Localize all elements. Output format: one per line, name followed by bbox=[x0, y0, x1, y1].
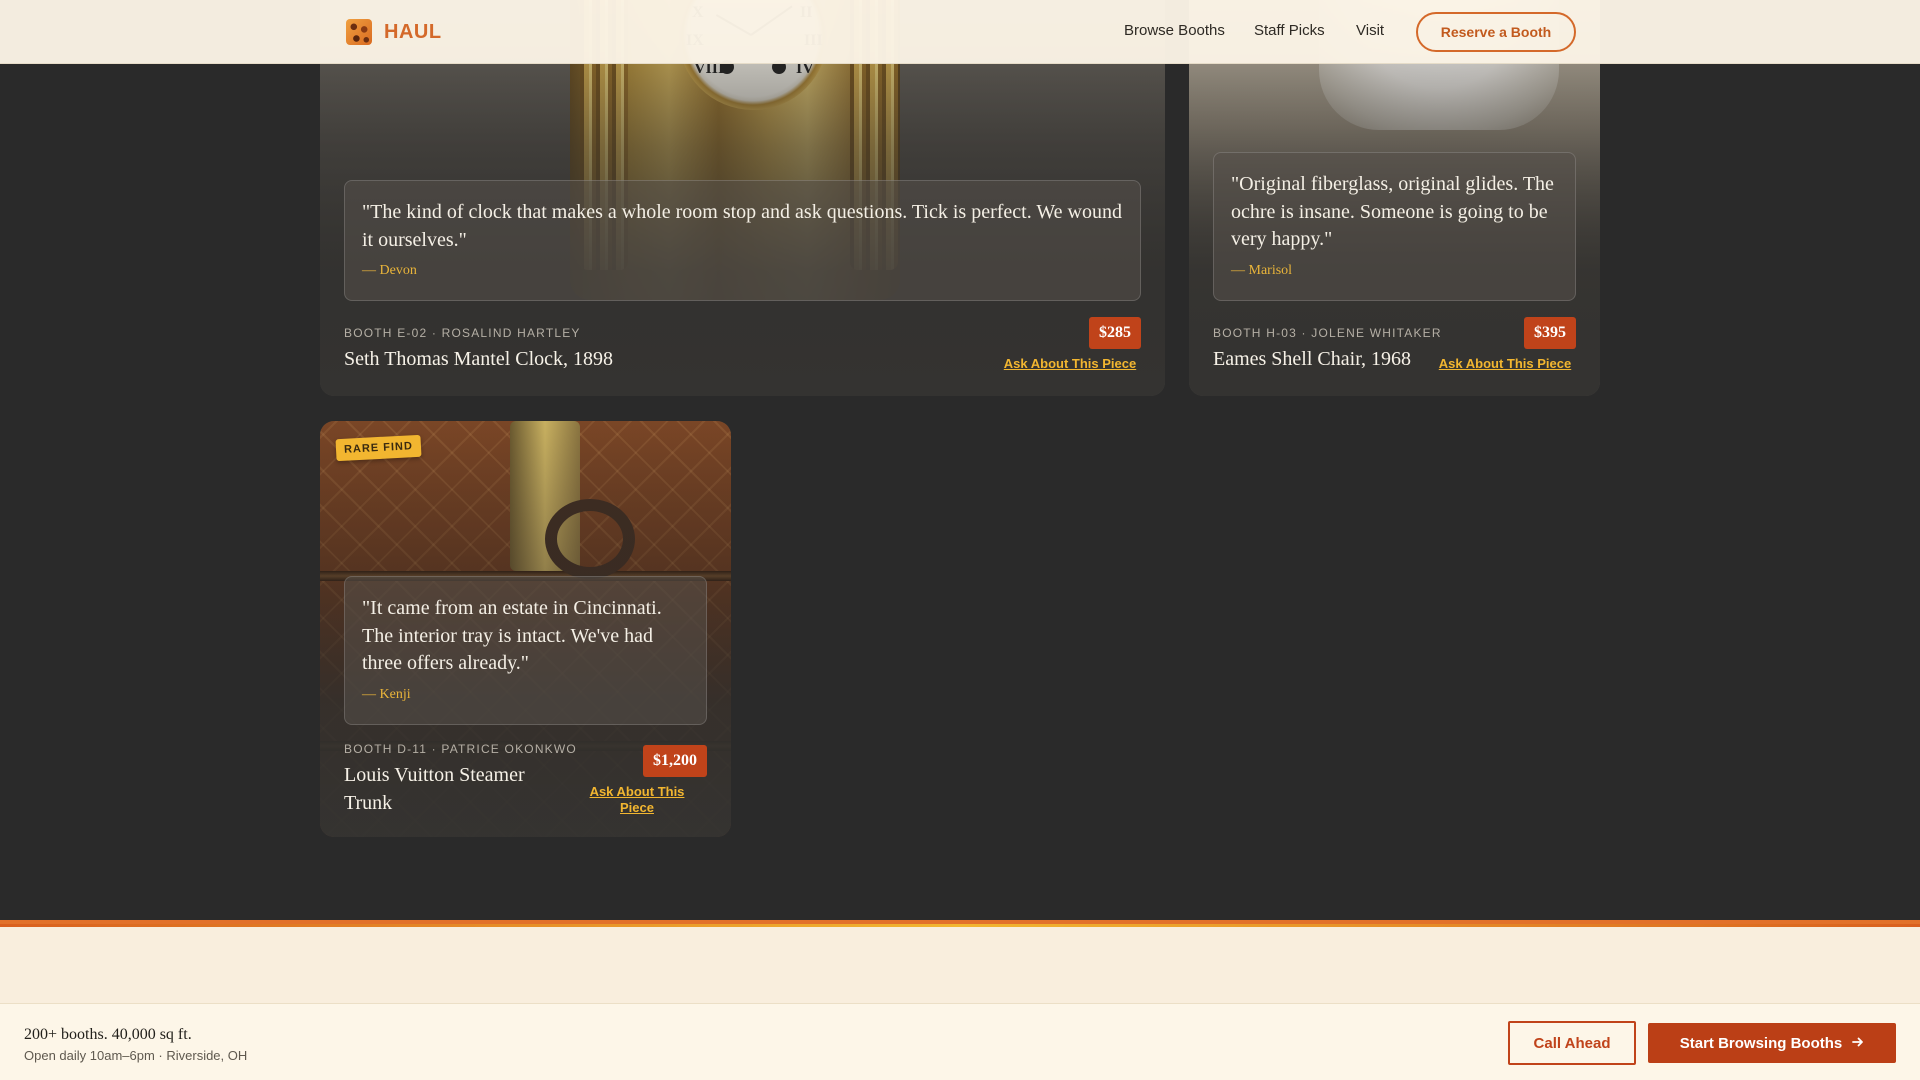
nav-visit[interactable]: Visit bbox=[1356, 22, 1384, 39]
quote-author: — Devon bbox=[362, 263, 417, 278]
site-header: HAUL Browse Booths Staff Picks Visit Res… bbox=[0, 0, 1920, 64]
product-card-trunk[interactable]: RARE FIND "It came from an estate in Cin… bbox=[320, 421, 731, 837]
ask-about-piece-link[interactable]: Ask About This Piece bbox=[579, 784, 695, 816]
quote-text: "The kind of clock that makes a whole ro… bbox=[362, 201, 1122, 251]
ask-about-piece-link[interactable]: Ask About This Piece bbox=[999, 356, 1141, 372]
arrow-right-icon bbox=[1852, 1035, 1864, 1052]
nav-staff-picks[interactable]: Staff Picks bbox=[1254, 22, 1325, 39]
brand-logo[interactable]: HAUL bbox=[346, 19, 442, 45]
price-tag: $395 bbox=[1524, 317, 1576, 349]
quote-author: — Kenji bbox=[362, 686, 411, 702]
start-browsing-button[interactable]: Start Browsing Booths bbox=[1648, 1023, 1896, 1063]
nav-browse-booths[interactable]: Browse Booths bbox=[1124, 22, 1225, 39]
booth-count-headline: 200+ booths. 40,000 sq ft. bbox=[24, 1026, 192, 1043]
logo-icon bbox=[346, 19, 372, 45]
reserve-booth-button[interactable]: Reserve a Booth bbox=[1416, 12, 1576, 52]
piece-title: Seth Thomas Mantel Clock, 1898 bbox=[344, 348, 614, 370]
piece-title: Louis Vuitton Steamer Trunk bbox=[344, 764, 525, 814]
brand-name: HAUL bbox=[384, 20, 442, 43]
start-browsing-label: Start Browsing Booths bbox=[1679, 1034, 1843, 1052]
booth-info: BOOTH H-03 · JOLENE WHITAKER bbox=[1213, 326, 1442, 340]
piece-title: Eames Shell Chair, 1968 bbox=[1213, 348, 1412, 370]
quote-text: "Original fiberglass, original glides. T… bbox=[1231, 173, 1554, 250]
call-ahead-button[interactable]: Call Ahead bbox=[1508, 1021, 1636, 1065]
hours-location: Open daily 10am–6pm · Riverside, OH bbox=[24, 1048, 248, 1063]
review-quote: "It came from an estate in Cincinnati. T… bbox=[344, 576, 707, 725]
booth-info: BOOTH E-02 · ROSALIND HARTLEY bbox=[344, 326, 581, 340]
quote-author: — Marisol bbox=[1231, 262, 1293, 278]
price-tag: $285 bbox=[1089, 317, 1141, 349]
booth-info: BOOTH D-11 · PATRICE OKONKWO bbox=[344, 742, 577, 756]
price-tag: $1,200 bbox=[643, 745, 707, 777]
rare-find-badge: RARE FIND bbox=[335, 434, 422, 462]
review-quote: "Original fiberglass, original glides. T… bbox=[1213, 152, 1576, 301]
ask-about-piece-link[interactable]: Ask About This Piece bbox=[1434, 356, 1576, 372]
sticky-cta-bar: 200+ booths. 40,000 sq ft. Open daily 10… bbox=[0, 1003, 1920, 1080]
review-quote: "The kind of clock that makes a whole ro… bbox=[344, 180, 1141, 301]
quote-text: "It came from an estate in Cincinnati. T… bbox=[362, 597, 662, 674]
